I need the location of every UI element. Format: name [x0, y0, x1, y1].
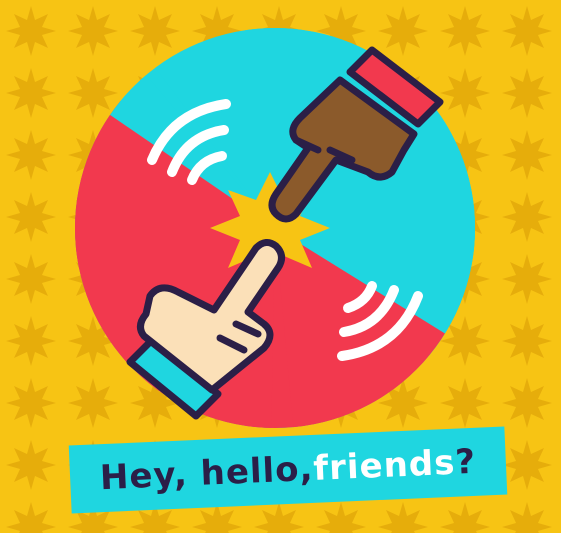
illustration: Hey, hello, friends ?: [0, 0, 561, 533]
banner-text-part1: Hey, hello,: [99, 448, 315, 499]
banner-text-part3: ?: [454, 441, 477, 483]
banner-text-part2: friends: [312, 442, 457, 489]
